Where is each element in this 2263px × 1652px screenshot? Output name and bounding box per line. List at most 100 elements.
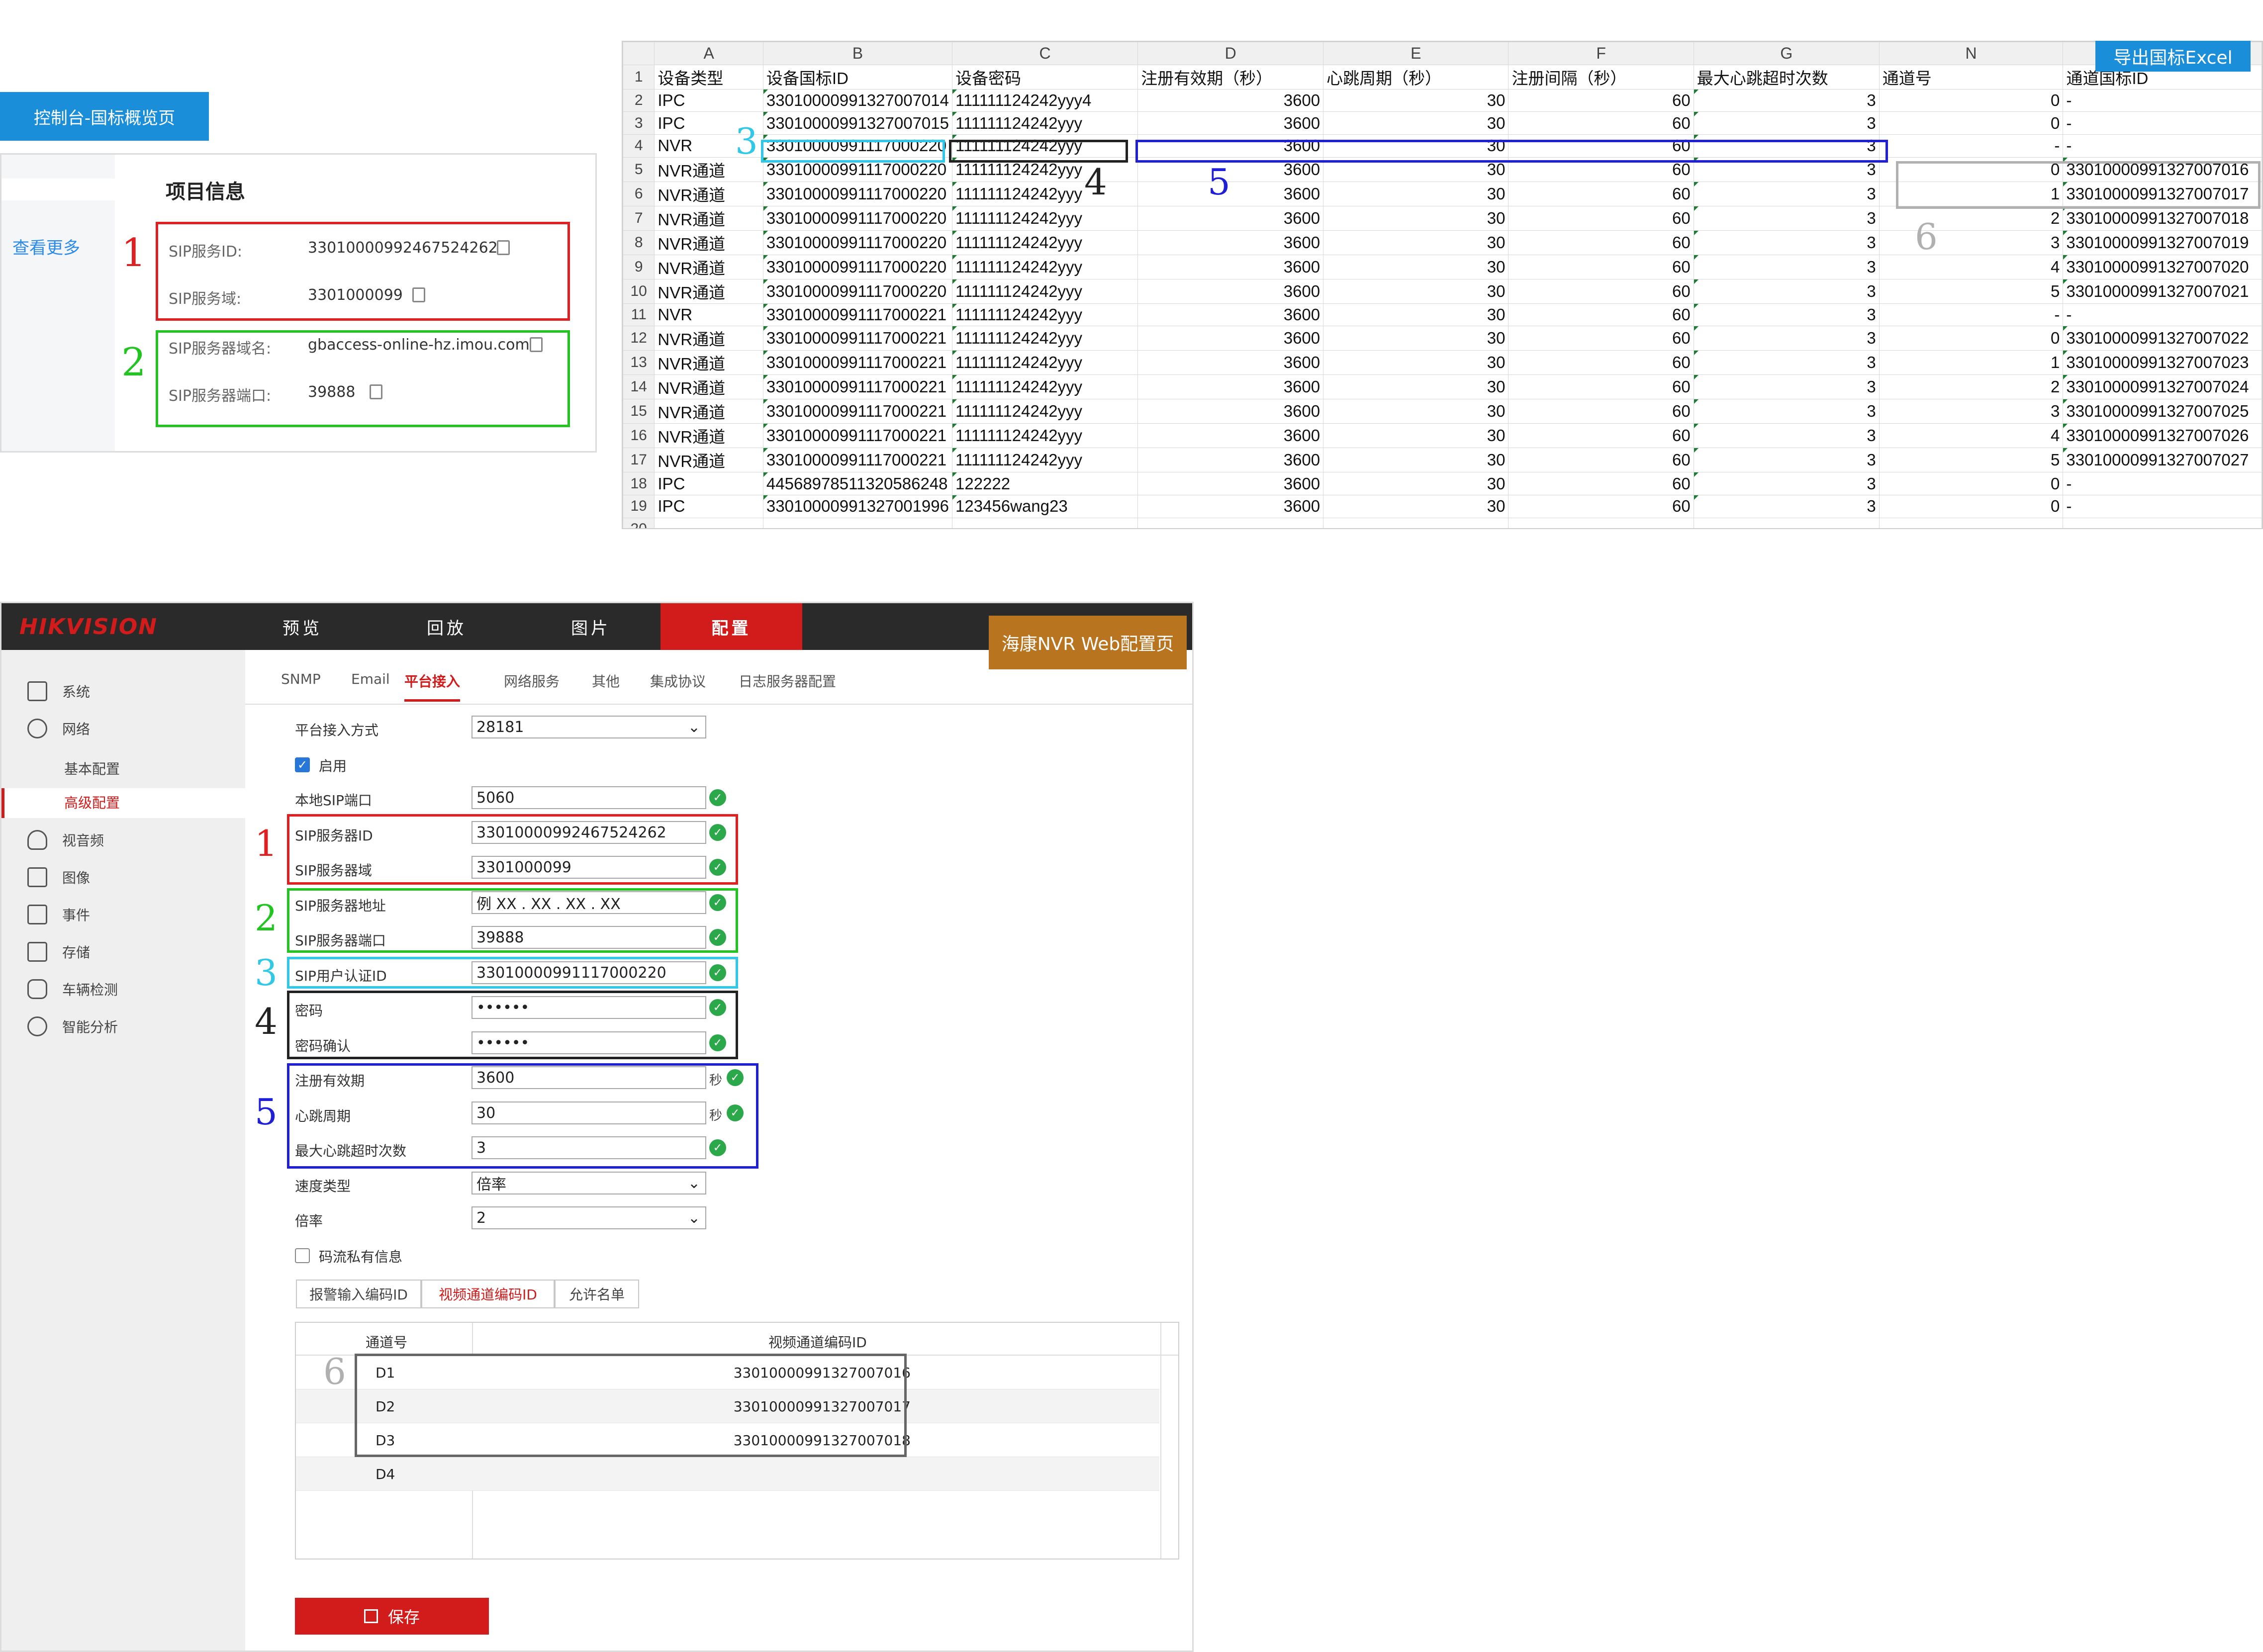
sheet-cell[interactable]: 33010000991327007026 [2063,423,2262,449]
sheet-cell[interactable]: 3600 [1137,230,1324,255]
sheet-cell[interactable]: 3600 [1137,495,1324,518]
side-network[interactable]: 网络 [27,719,90,738]
sheet-cell[interactable]: 60 [1508,374,1694,400]
tab-platform-access[interactable]: 平台接入 [404,671,461,702]
subtab-video-channel-id[interactable]: 视频通道编码ID [421,1280,555,1308]
sheet-cell[interactable]: 3600 [1137,278,1324,304]
sheet-cell[interactable]: 33010000991117000221 [762,448,952,473]
sheet-cell[interactable]: 60 [1508,230,1694,255]
sheet-cell[interactable]: 33010000991327007024 [2063,374,2262,400]
tab-snmp[interactable]: SNMP [281,671,321,687]
sheet-cell[interactable]: NVR通道 [654,423,763,449]
sheet-cell[interactable]: 3600 [1137,374,1324,400]
sheet-cell[interactable]: NVR通道 [654,448,763,473]
sheet-corner[interactable] [623,42,655,65]
sheet-cell[interactable]: 33010000991327007018 [2063,205,2262,231]
sheet-cell[interactable]: 111111124242yyy [951,399,1138,424]
sheet-col-letter[interactable]: F [1508,42,1694,65]
sheet-cell[interactable]: 3 [1693,326,1880,351]
sheet-cell[interactable]: 3600 [1137,254,1324,279]
sheet-cell[interactable]: - [2063,495,2262,518]
sheet-cell[interactable]: 111111124242yyy [951,230,1138,255]
sheet-cell[interactable]: 60 [1508,472,1694,496]
sheet-cell[interactable]: 3 [1693,374,1880,400]
sheet-row-number[interactable]: 20 [623,517,655,528]
side-advanced-config[interactable]: 高级配置 [1,788,245,818]
sheet-cell[interactable]: 30 [1323,181,1509,206]
sheet-col-letter[interactable]: D [1137,42,1324,65]
enable-checkbox[interactable]: ✓ [295,757,310,772]
sheet-cell[interactable]: 30 [1323,230,1509,255]
sheet-col-letter[interactable]: B [762,42,952,65]
sheet-cell[interactable]: 60 [1508,278,1694,304]
sheet-row-number[interactable]: 9 [623,254,655,279]
sheet-cell[interactable]: 0 [1879,89,2064,112]
sheet-cell[interactable]: 最大心跳超时次数 [1693,64,1880,90]
sheet-cell[interactable]: 30 [1323,374,1509,400]
sheet-cell[interactable]: 3 [1693,350,1880,375]
tab-other[interactable]: 其他 [592,671,620,691]
sheet-cell[interactable]: 3 [1693,278,1880,304]
sheet-cell[interactable]: 3 [1693,399,1880,424]
sheet-row-number[interactable]: 18 [623,472,655,496]
nav-picture[interactable]: 图片 [519,603,663,650]
sheet-cell[interactable] [654,517,763,528]
sheet-row-number[interactable]: 16 [623,423,655,449]
sheet-cell[interactable]: 3600 [1137,472,1324,496]
sheet-cell[interactable]: NVR通道 [654,205,763,231]
private-info-checkbox[interactable] [295,1248,310,1263]
local-sip-port-input[interactable]: 5060 [471,786,706,809]
export-excel-button[interactable]: 导出国标Excel [2095,41,2251,72]
sheet-cell[interactable]: NVR通道 [654,254,763,279]
sheet-row-number[interactable]: 17 [623,448,655,473]
sheet-cell[interactable]: IPC [654,495,763,518]
sheet-col-letter[interactable]: C [951,42,1138,65]
sheet-cell[interactable]: 设备密码 [951,64,1138,90]
sheet-cell[interactable]: 33010000991327007020 [2063,254,2262,279]
side-image[interactable]: 图像 [27,867,90,887]
sheet-cell[interactable]: 3 [1693,111,1880,135]
sheet-cell[interactable]: 4 [1879,423,2064,449]
sheet-cell[interactable]: 5 [1879,278,2064,304]
sheet-cell[interactable]: 注册有效期（秒） [1137,64,1324,90]
vt-row[interactable]: D4 [296,1457,1159,1491]
sheet-cell[interactable]: 111111124242yyy [951,254,1138,279]
sheet-cell[interactable]: 3 [1693,230,1880,255]
sheet-cell[interactable]: 44568978511320586248 [762,472,952,496]
sheet-row-number[interactable]: 15 [623,399,655,424]
sheet-cell[interactable]: 60 [1508,495,1694,518]
sheet-cell[interactable]: 3600 [1137,423,1324,449]
sheet-row-number[interactable]: 10 [623,278,655,304]
nav-playback[interactable]: 回放 [375,603,519,650]
sheet-col-letter[interactable]: E [1323,42,1509,65]
sheet-cell[interactable]: 30 [1323,205,1509,231]
side-storage[interactable]: 存储 [27,942,90,962]
sheet-cell[interactable]: 3 [1693,205,1880,231]
sheet-cell[interactable]: 60 [1508,448,1694,473]
sheet-cell[interactable]: 3 [1879,399,2064,424]
sheet-cell[interactable]: 33010000991327007027 [2063,448,2262,473]
sheet-cell[interactable]: 33010000991117000220 [762,254,952,279]
sheet-cell[interactable]: IPC [654,89,763,112]
sheet-cell[interactable]: 111111124242yyy [951,448,1138,473]
sheet-cell[interactable]: 33010000991117000221 [762,350,952,375]
speed-type-select[interactable]: 倍率 ⌄ [471,1172,706,1194]
sheet-row-number[interactable]: 4 [623,134,655,158]
sheet-cell[interactable]: 30 [1323,423,1509,449]
sheet-cell[interactable]: - [2063,111,2262,135]
sheet-cell[interactable]: 30 [1323,278,1509,304]
sheet-cell[interactable]: 111111124242yyy [951,111,1138,135]
sheet-row-number[interactable]: 11 [623,303,655,327]
sheet-cell[interactable]: 111111124242yyy [951,181,1138,206]
side-basic-config[interactable]: 基本配置 [64,758,120,778]
sheet-cell[interactable]: 3 [1879,230,2064,255]
sheet-cell[interactable]: 2 [1879,205,2064,231]
sheet-cell[interactable]: 60 [1508,181,1694,206]
sheet-cell[interactable]: 3600 [1137,303,1324,327]
sheet-cell[interactable]: 111111124242yyy [951,278,1138,304]
sheet-cell[interactable]: 33010000991117000221 [762,374,952,400]
tab-log-server[interactable]: 日志服务器配置 [739,671,836,691]
sheet-cell[interactable]: 33010000991117000221 [762,399,952,424]
sheet-cell[interactable]: 3 [1693,423,1880,449]
sheet-cell[interactable]: 3 [1693,495,1880,518]
